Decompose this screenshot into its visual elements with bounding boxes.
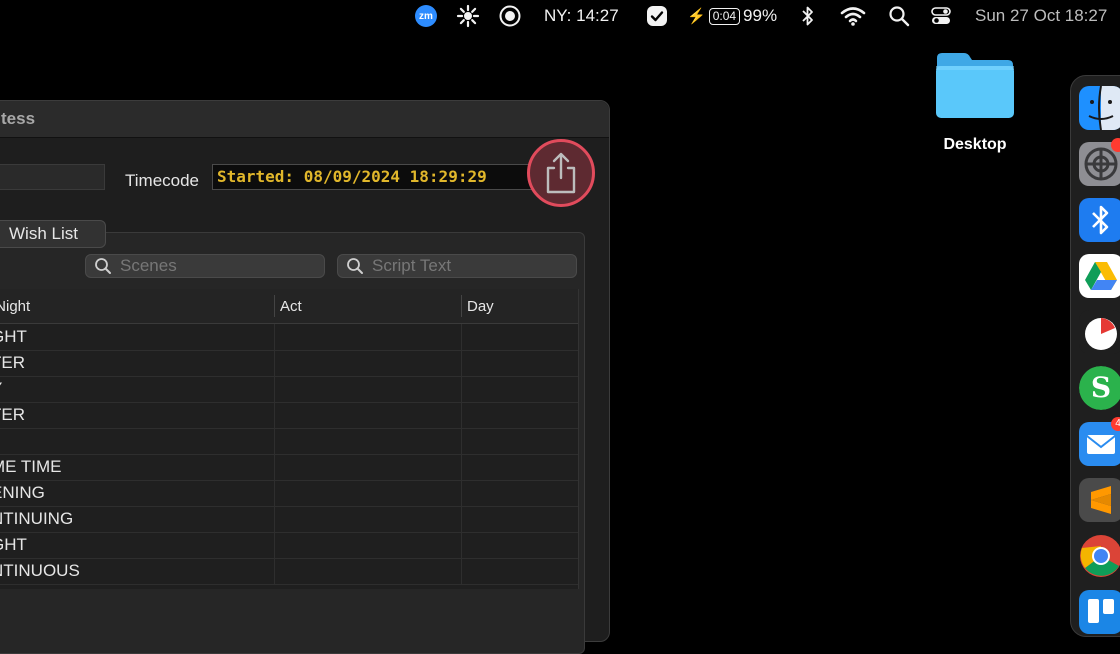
lightning-icon: ⚡: [687, 8, 706, 25]
table-row[interactable]: NTINUING: [0, 506, 578, 533]
window-title: tess: [1, 109, 36, 128]
dock: S 4: [1070, 75, 1120, 637]
column-divider[interactable]: [461, 295, 462, 317]
cell-divider: [274, 350, 275, 376]
cell-day-night: GHT: [0, 535, 27, 554]
cell-divider: [274, 376, 275, 402]
cell-day-night: Y: [0, 379, 2, 399]
svg-text:S: S: [1091, 371, 1111, 404]
desktop-folder[interactable]: Desktop: [930, 50, 1020, 160]
cell-divider: [274, 402, 275, 428]
table-row[interactable]: GHT: [0, 532, 578, 559]
sublime-text-icon[interactable]: [1079, 478, 1120, 522]
desktop-folder-label: Desktop: [943, 136, 1007, 153]
table-row[interactable]: GHT: [0, 324, 578, 351]
cell-divider: [274, 480, 275, 506]
bluetooth-icon[interactable]: [799, 0, 817, 32]
sun-icon[interactable]: [456, 0, 480, 32]
cell-day-night: ENING: [0, 483, 45, 502]
timecode-display: Started: 08/09/2024 18:29:29: [212, 164, 542, 190]
timecode-left-field[interactable]: [0, 164, 105, 190]
cell-divider: [461, 506, 462, 532]
column-header-day[interactable]: Day: [467, 298, 494, 315]
table-row[interactable]: NTINUOUS: [0, 558, 578, 585]
scrivener-icon[interactable]: S: [1079, 366, 1120, 410]
scenes-search-input[interactable]: [118, 255, 302, 277]
cell-divider: [461, 454, 462, 480]
cell-divider: [461, 480, 462, 506]
chrome-icon[interactable]: [1079, 534, 1120, 578]
cell-divider: [461, 428, 462, 454]
record-icon[interactable]: [498, 0, 522, 32]
share-button[interactable]: [527, 139, 595, 207]
timecode-label: Timecode: [125, 171, 200, 190]
cell-divider: [461, 350, 462, 376]
menu-bar: zm NY: 14:27 ⚡ 0:04 99% Sun 27 Oct 18:27: [0, 0, 1120, 32]
table-row[interactable]: Y: [0, 376, 578, 403]
battery-percent: 99%: [743, 6, 778, 25]
cell-divider: [274, 506, 275, 532]
table-row[interactable]: [0, 428, 578, 455]
battery-time: 0:04: [708, 7, 741, 25]
cell-divider: [274, 454, 275, 480]
cell-day-night: TER: [0, 405, 25, 424]
wifi-icon[interactable]: [840, 0, 866, 32]
battery-status[interactable]: ⚡ 0:04 99%: [687, 0, 777, 32]
zoom-logo: zm: [415, 5, 437, 27]
column-divider[interactable]: [274, 295, 275, 317]
table-row[interactable]: TER: [0, 350, 578, 377]
cell-divider: [461, 532, 462, 558]
cell-divider: [461, 324, 462, 350]
cell-divider: [274, 558, 275, 584]
settings-notification-badge: [1111, 138, 1120, 152]
cell-divider: [274, 428, 275, 454]
table-row[interactable]: TER: [0, 402, 578, 429]
mail-notification-badge: 4: [1111, 417, 1120, 431]
zoom-icon[interactable]: zm: [415, 0, 437, 32]
cell-divider: [274, 324, 275, 350]
checkmark-icon[interactable]: [645, 0, 669, 32]
script-text-search-input[interactable]: [370, 255, 554, 277]
search-icon: [95, 258, 111, 274]
cell-day-night: ME TIME: [0, 457, 62, 476]
cell-divider: [274, 532, 275, 558]
timer-app-icon[interactable]: [1079, 310, 1120, 354]
scenes-table: /Night Act Day GHT TER Y TER ME TIME ENING NTI…: [0, 289, 579, 589]
cell-day-night: TER: [0, 353, 25, 372]
bluetooth-app-icon[interactable]: [1079, 198, 1120, 242]
control-center-icon[interactable]: [931, 0, 951, 32]
spotlight-search-icon[interactable]: [888, 0, 910, 32]
column-header-day-night[interactable]: /Night: [0, 298, 30, 315]
script-text-search[interactable]: [337, 254, 577, 278]
trello-icon[interactable]: [1079, 590, 1120, 634]
menu-bar-datetime[interactable]: Sun 27 Oct 18:27: [975, 0, 1107, 32]
world-clock[interactable]: NY: 14:27: [544, 0, 619, 32]
table-row[interactable]: ME TIME: [0, 454, 578, 481]
folder-icon: [936, 53, 1014, 118]
finder-icon[interactable]: [1079, 86, 1120, 130]
google-drive-icon[interactable]: [1079, 254, 1120, 298]
cell-divider: [461, 402, 462, 428]
table-row[interactable]: ENING: [0, 480, 578, 507]
cell-day-night: NTINUING: [0, 509, 74, 528]
search-icon: [347, 258, 363, 274]
table-header: /Night Act Day: [0, 289, 578, 324]
share-icon: [546, 152, 576, 194]
window-titlebar[interactable]: tess: [0, 101, 609, 138]
cell-day-night: GHT: [0, 327, 27, 346]
column-header-act[interactable]: Act: [280, 298, 302, 315]
tab-wish-list[interactable]: Wish List: [0, 220, 106, 248]
cell-divider: [461, 376, 462, 402]
cell-day-night: NTINUOUS: [0, 561, 80, 580]
cell-divider: [461, 558, 462, 584]
scenes-search[interactable]: [85, 254, 325, 278]
app-window: tess Timecode Started: 08/09/2024 18:29:…: [0, 100, 610, 654]
